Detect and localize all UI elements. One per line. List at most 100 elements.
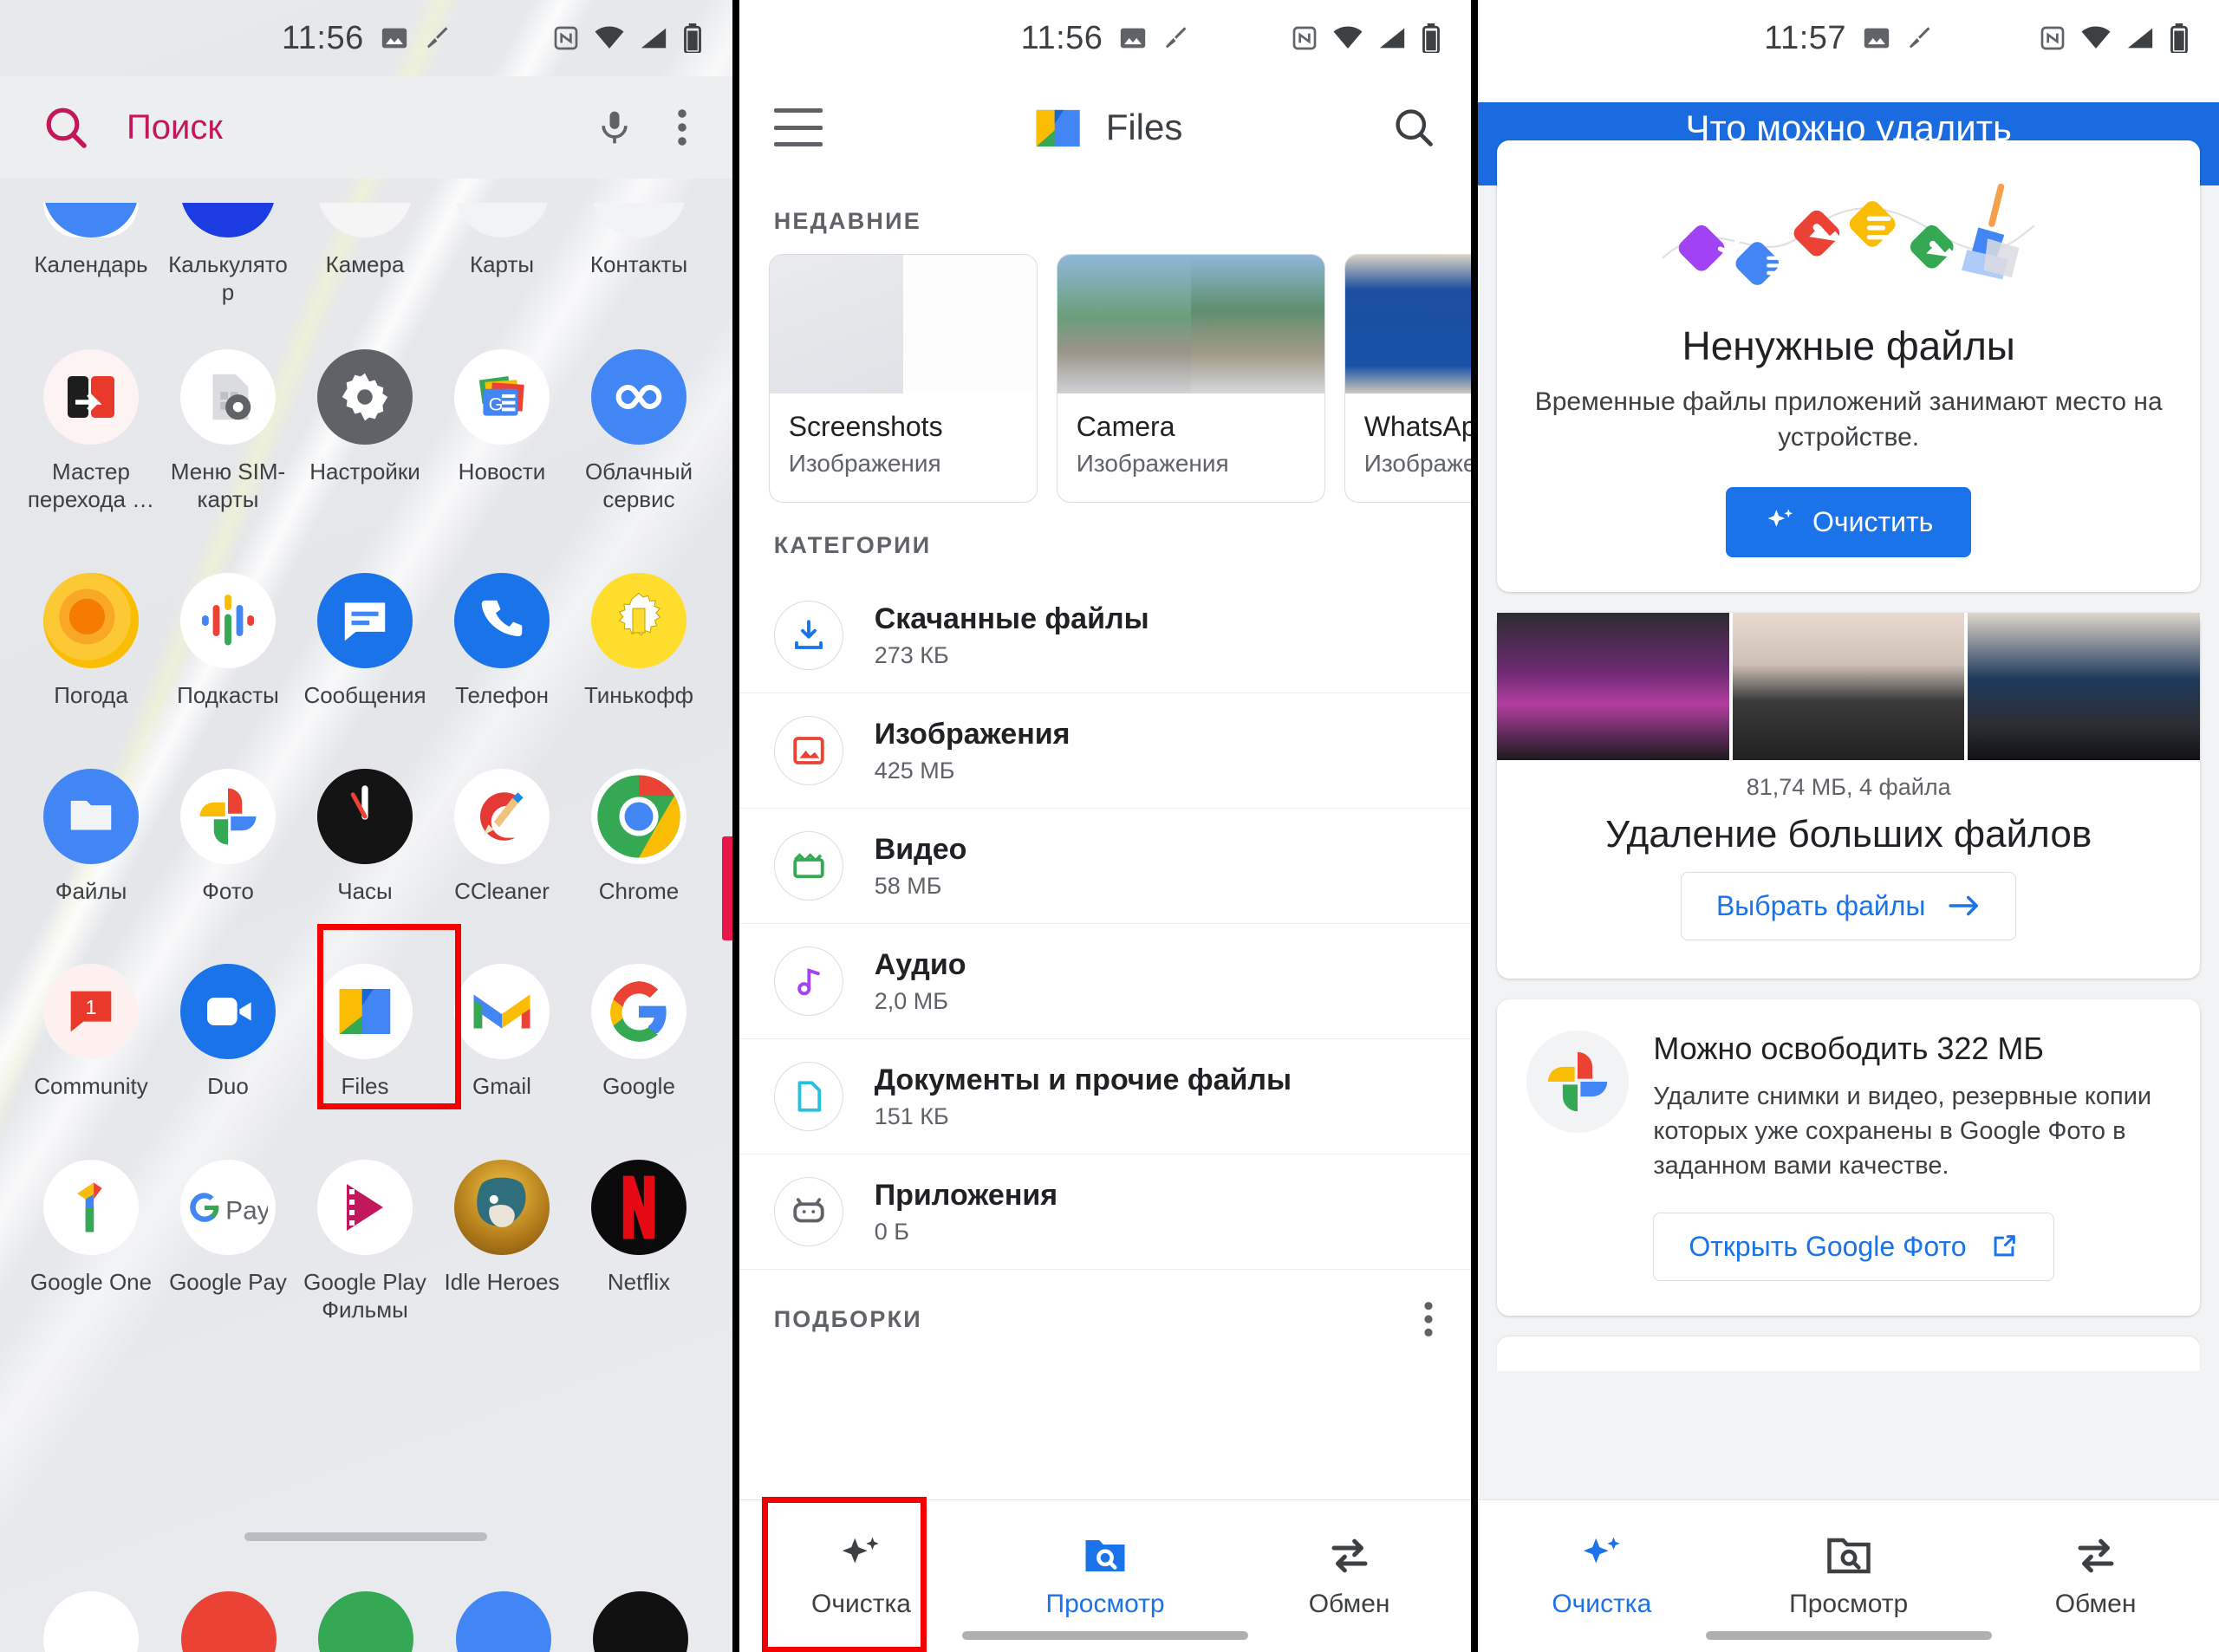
app-label: Файлы: [55, 877, 127, 904]
select-files-button[interactable]: Выбрать файлы: [1680, 871, 2017, 940]
hamburger-menu-icon[interactable]: [773, 108, 823, 146]
app-sim-menu[interactable]: Меню SIM-карты: [159, 325, 296, 513]
app-label: Netflix: [607, 1269, 671, 1296]
junk-files-card: Ненужные файлы Временные файлы приложени…: [1497, 140, 2200, 592]
app-clock[interactable]: Часы: [296, 745, 433, 906]
hotseat-icon[interactable]: [43, 1591, 140, 1652]
app-ccleaner[interactable]: CCleaner: [433, 745, 570, 906]
category-images[interactable]: Изображения 425 МБ: [739, 693, 1472, 809]
categories-list: Скачанные файлы 273 КБ Изображения 425 М…: [739, 578, 1472, 1270]
svg-text:Pay: Pay: [225, 1197, 268, 1226]
hotseat-icon[interactable]: [455, 1591, 551, 1652]
app-phone[interactable]: Телефон: [433, 549, 570, 710]
app-grid: Календарь Калькулятор Камера Карты Конта…: [0, 179, 732, 1324]
netflix-icon: [591, 1160, 687, 1256]
app-weather[interactable]: Погода: [23, 549, 159, 710]
category-name: Видео: [874, 832, 967, 866]
sparkle-clean-icon: [1578, 1534, 1625, 1577]
bottom-navigation: Очистка Просмотр Обмен: [1478, 1499, 2219, 1652]
open-google-photos-button[interactable]: Открыть Google Фото: [1653, 1212, 2054, 1281]
search-bar[interactable]: Поиск: [0, 76, 732, 179]
mic-icon[interactable]: [595, 107, 634, 148]
app-label: Контакты: [589, 251, 688, 277]
app-google-play-movies[interactable]: Google Play Фильмы: [296, 1135, 433, 1324]
app-idle-heroes[interactable]: Idle Heroes: [433, 1135, 570, 1324]
hotseat-icon[interactable]: [318, 1591, 414, 1652]
app-calendar[interactable]: Календарь: [23, 179, 159, 306]
recent-card[interactable]: Screenshots Изображения: [768, 254, 1038, 503]
tab-share[interactable]: Обмен: [1972, 1500, 2219, 1652]
category-audio[interactable]: Аудио 2,0 МБ: [739, 924, 1472, 1039]
app-label: CCleaner: [454, 877, 550, 904]
gesture-handle[interactable]: [1705, 1631, 1992, 1640]
recent-card[interactable]: WhatsApp Im Изображения: [1344, 254, 1472, 503]
recent-list[interactable]: Screenshots Изображения Camera Изображен…: [739, 254, 1472, 503]
app-google[interactable]: Google: [570, 940, 707, 1101]
folder-search-icon: [1825, 1534, 1872, 1577]
search-icon[interactable]: [42, 103, 90, 152]
app-news[interactable]: G Новости: [433, 325, 570, 513]
large-file-thumb[interactable]: [1968, 612, 2201, 760]
hotseat-icon[interactable]: [180, 1591, 277, 1652]
scroll-indicator[interactable]: [721, 836, 732, 940]
search-input[interactable]: Поиск: [127, 108, 559, 147]
tab-browse[interactable]: Просмотр: [983, 1500, 1227, 1652]
tab-clean[interactable]: Очистка: [1478, 1500, 1725, 1652]
google-files-logo: [1031, 103, 1087, 152]
recent-thumbnail: [769, 255, 1037, 393]
app-duo[interactable]: Duo: [159, 940, 296, 1101]
app-messages[interactable]: Сообщения: [296, 549, 433, 710]
app-transfer-wizard[interactable]: Мастер перехода …: [23, 325, 159, 513]
google-pay-icon: Pay: [180, 1160, 276, 1256]
app-maps[interactable]: Карты: [433, 179, 570, 306]
android-apps-icon: [773, 1177, 843, 1246]
category-size: 273 КБ: [874, 641, 949, 668]
more-vert-icon[interactable]: [674, 107, 691, 148]
app-netflix[interactable]: Netflix: [570, 1135, 707, 1324]
hotseat-icon[interactable]: [593, 1591, 689, 1652]
app-contacts[interactable]: Контакты: [570, 179, 707, 306]
search-icon[interactable]: [1391, 105, 1436, 150]
app-chrome[interactable]: Chrome: [570, 745, 707, 906]
tab-clean[interactable]: Очистка: [739, 1497, 984, 1652]
tab-browse[interactable]: Просмотр: [1725, 1500, 1972, 1652]
community-icon: 1: [43, 964, 139, 1060]
more-vert-icon[interactable]: [1421, 1299, 1436, 1339]
clean-button[interactable]: Очистить: [1726, 486, 1972, 557]
category-video[interactable]: Видео 58 МБ: [739, 809, 1472, 924]
clean-scroll-area: Что можно удалить Ненужные файлы Временн…: [1478, 102, 2219, 1499]
gmail-icon: [454, 964, 550, 1060]
app-label: Duo: [207, 1073, 249, 1100]
gesture-handle[interactable]: [962, 1631, 1249, 1640]
large-files-title: Удаление больших файлов: [1605, 812, 2092, 855]
app-label: Тинькофф: [583, 681, 694, 708]
large-file-thumb[interactable]: [1497, 612, 1729, 760]
large-file-thumb[interactable]: [1732, 612, 1965, 760]
select-files-label: Выбрать файлы: [1715, 889, 1926, 921]
app-label: Мастер перехода …: [27, 459, 155, 513]
app-label: Сообщения: [303, 681, 426, 708]
tab-share[interactable]: Обмен: [1227, 1500, 1472, 1652]
files-highlight-box: [317, 924, 461, 1110]
category-documents[interactable]: Документы и прочие файлы 151 КБ: [739, 1039, 1472, 1154]
app-photos[interactable]: Фото: [159, 745, 296, 906]
recent-card[interactable]: Camera Изображения: [1056, 254, 1325, 503]
app-settings[interactable]: Настройки: [296, 325, 433, 513]
document-icon: [773, 1062, 843, 1131]
app-google-one[interactable]: Google One: [23, 1135, 159, 1324]
app-cloud-service[interactable]: Облачный сервис: [570, 325, 707, 513]
app-files-ru[interactable]: Файлы: [23, 745, 159, 906]
app-calculator[interactable]: Калькулятор: [159, 179, 296, 306]
category-downloads[interactable]: Скачанные файлы 273 КБ: [739, 578, 1472, 693]
google-icon: [591, 964, 687, 1060]
bottom-navigation: Очистка Просмотр Обмен: [739, 1497, 1472, 1652]
app-community[interactable]: 1 Community: [23, 940, 159, 1101]
gesture-handle[interactable]: [244, 1532, 488, 1541]
large-files-size-caption: 81,74 МБ, 4 файла: [1746, 773, 1951, 800]
app-podcasts[interactable]: Подкасты: [159, 549, 296, 710]
app-tinkoff[interactable]: Тинькофф: [570, 549, 707, 710]
app-label: Google One: [29, 1269, 153, 1296]
app-camera[interactable]: Камера: [296, 179, 433, 306]
category-apps[interactable]: Приложения 0 Б: [739, 1154, 1472, 1270]
app-google-pay[interactable]: Pay Google Pay: [159, 1135, 296, 1324]
